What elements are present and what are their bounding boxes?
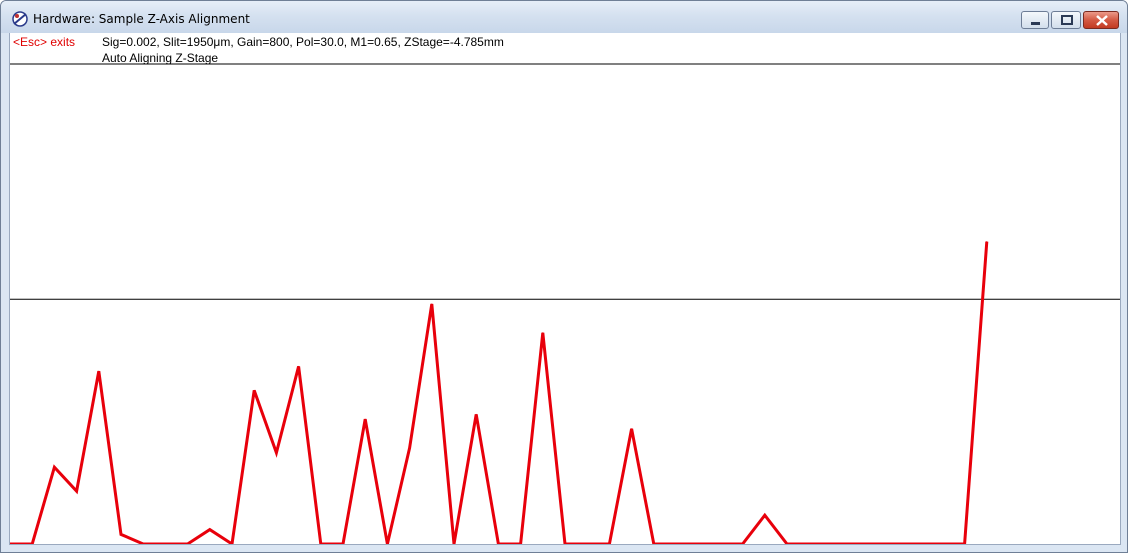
data-point	[475, 413, 477, 415]
data-point	[209, 529, 211, 531]
data-point	[631, 428, 633, 430]
data-point	[764, 514, 766, 516]
data-point	[98, 370, 100, 372]
alignment-chart	[10, 63, 1120, 544]
data-point	[275, 452, 277, 454]
window-title: Hardware: Sample Z-Axis Alignment	[33, 12, 250, 26]
data-point	[364, 418, 366, 420]
maximize-button[interactable]	[1051, 11, 1081, 29]
data-point	[542, 332, 544, 334]
data-point	[298, 365, 300, 367]
signal-points	[10, 241, 988, 544]
data-point	[431, 303, 433, 305]
maximize-icon	[1061, 15, 1073, 25]
data-point	[409, 447, 411, 449]
title-bar[interactable]: Hardware: Sample Z-Axis Alignment	[1, 1, 1127, 33]
minimize-icon	[1031, 22, 1040, 25]
minimize-button[interactable]	[1021, 11, 1049, 29]
close-icon	[1096, 15, 1108, 26]
close-button[interactable]	[1083, 11, 1119, 29]
data-point	[986, 241, 988, 243]
signal-trace-line	[10, 241, 989, 544]
app-icon	[12, 11, 28, 27]
application-window: Hardware: Sample Z-Axis Alignment <Esc> …	[0, 0, 1128, 553]
data-point	[76, 490, 78, 492]
data-point	[53, 466, 55, 468]
data-point	[253, 389, 255, 391]
data-point	[120, 533, 122, 535]
plot-area: <Esc> exits Sig=0.002, Slit=1950μm, Gain…	[9, 33, 1121, 545]
